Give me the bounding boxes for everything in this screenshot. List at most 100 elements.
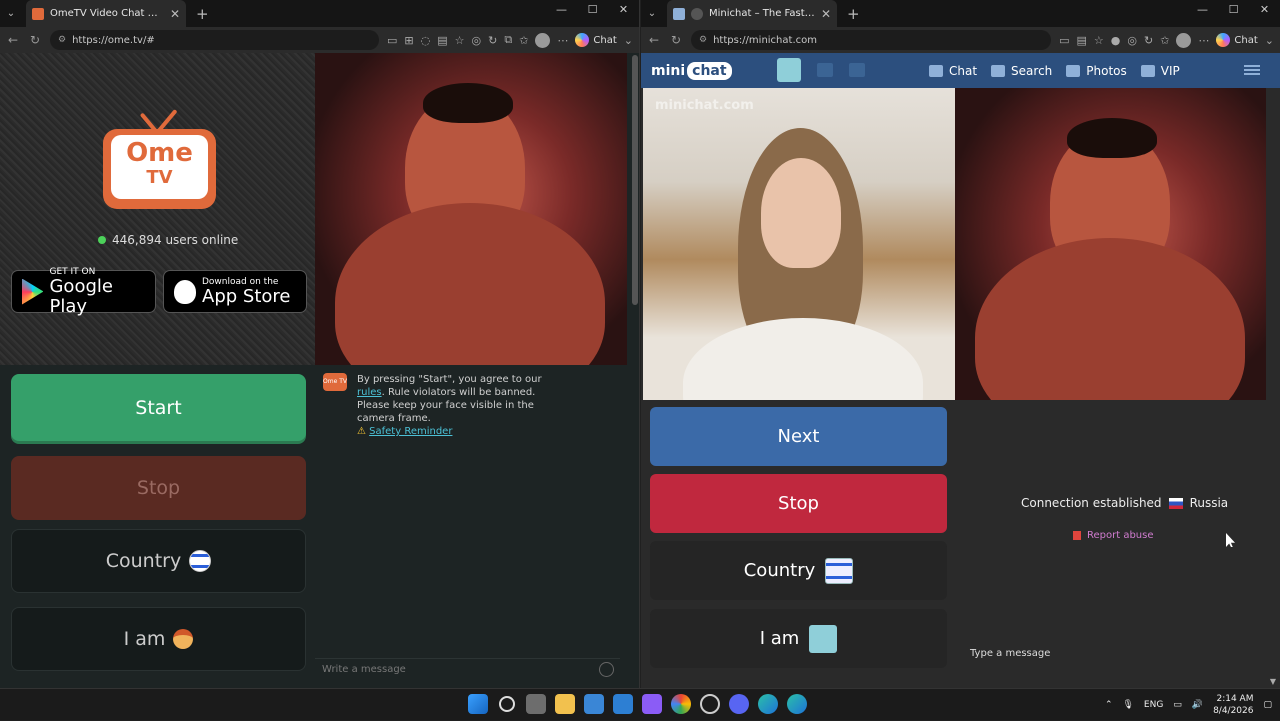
start-button[interactable]: Start xyxy=(11,374,306,441)
split-icon[interactable]: ⧉ xyxy=(504,33,512,47)
photos-app-icon[interactable] xyxy=(613,694,633,714)
report-abuse-link[interactable]: Report abuse xyxy=(1073,530,1154,541)
refresh-icon[interactable]: ↻ xyxy=(669,33,683,47)
app-store-badge[interactable]: Download on the App Store xyxy=(163,270,307,313)
minimize-icon[interactable]: — xyxy=(1187,0,1218,20)
minichat-header: mini chat Chat Search Photos VIP xyxy=(641,53,1280,88)
new-tab-icon[interactable]: + xyxy=(196,5,209,23)
user-avatar-icon[interactable] xyxy=(777,58,801,82)
scroll-down-icon[interactable]: ▼ xyxy=(1270,677,1276,686)
flag-icon xyxy=(1073,531,1081,540)
search-icon[interactable] xyxy=(499,696,515,712)
url-field[interactable]: ⚙ https://ome.tv/# xyxy=(50,30,379,50)
tracking-icon[interactable]: ◌ xyxy=(421,34,431,47)
page-scrollbar[interactable] xyxy=(632,55,638,305)
tab-actions-icon[interactable]: ⌄ xyxy=(641,8,663,19)
emoji-icon[interactable] xyxy=(599,662,614,677)
message-input[interactable]: Write a message xyxy=(315,658,620,680)
discord-icon[interactable] xyxy=(729,694,749,714)
microphone-icon[interactable]: 🎙 xyxy=(1122,700,1133,710)
close-window-icon[interactable]: ✕ xyxy=(608,0,639,20)
more-menu-icon[interactable]: ⋯ xyxy=(557,34,568,47)
camera-icon[interactable]: ▭ xyxy=(387,34,397,47)
copilot-button[interactable]: Chat xyxy=(575,33,617,47)
edge-icon-2[interactable] xyxy=(787,694,807,714)
extension-icon[interactable]: ◎ xyxy=(472,34,482,47)
close-tab-icon[interactable]: ✕ xyxy=(170,7,180,21)
app-icon[interactable] xyxy=(642,694,662,714)
hamburger-menu-icon[interactable] xyxy=(1244,65,1260,75)
new-tab-icon[interactable]: + xyxy=(847,5,860,23)
tab-ometv[interactable]: OmeTV Video Chat — Omegl ✕ xyxy=(26,0,186,27)
favorite-star-icon[interactable]: ☆ xyxy=(455,34,465,47)
address-bar: ← ↻ ⚙ https://minichat.com ▭ ▤ ☆ ● ◎ ↻ ✩… xyxy=(641,27,1280,53)
minimize-icon[interactable]: — xyxy=(546,0,577,20)
i-am-button[interactable]: I am xyxy=(650,609,947,668)
partner-country: Russia xyxy=(1189,496,1229,510)
file-explorer-icon[interactable] xyxy=(555,694,575,714)
back-icon[interactable]: ← xyxy=(647,33,661,47)
reader-icon[interactable]: ▤ xyxy=(1076,34,1086,47)
tab-minichat[interactable]: Minichat – The Fast Video Ch ✕ xyxy=(667,0,837,27)
favorite-star-icon[interactable]: ☆ xyxy=(1094,34,1104,47)
nav-vip[interactable]: VIP xyxy=(1140,64,1180,78)
mail-icon[interactable] xyxy=(817,63,833,77)
camera-icon[interactable]: ▭ xyxy=(1059,34,1069,47)
chrome-icon[interactable] xyxy=(671,694,691,714)
nav-chat[interactable]: Chat xyxy=(929,64,977,78)
message-input[interactable]: Type a message xyxy=(970,648,1050,659)
notifications-icon[interactable]: ▢ xyxy=(1263,700,1272,710)
close-tab-icon[interactable]: ✕ xyxy=(821,7,831,21)
sync-icon[interactable]: ↻ xyxy=(488,34,497,47)
country-button[interactable]: Country xyxy=(11,529,306,593)
minichat-logo[interactable]: mini chat xyxy=(651,61,732,80)
settings-gear-icon[interactable] xyxy=(700,694,720,714)
language-indicator[interactable]: ENG xyxy=(1144,700,1163,710)
maximize-icon[interactable]: ☐ xyxy=(1218,0,1249,20)
chevron-up-icon[interactable]: ⌃ xyxy=(1105,700,1113,710)
chevron-down-icon[interactable]: ⌄ xyxy=(1265,34,1274,47)
stop-button[interactable]: Stop xyxy=(11,456,306,520)
country-button[interactable]: Country xyxy=(650,541,947,600)
rules-link[interactable]: rules xyxy=(357,387,382,398)
copilot-button[interactable]: Chat xyxy=(1216,33,1258,47)
i-am-button[interactable]: I am xyxy=(11,607,306,671)
next-button[interactable]: Next xyxy=(650,407,947,466)
start-menu-icon[interactable] xyxy=(468,694,488,714)
stop-button[interactable]: Stop xyxy=(650,474,947,533)
close-window-icon[interactable]: ✕ xyxy=(1249,0,1280,20)
chevron-down-icon[interactable]: ⌄ xyxy=(624,34,633,47)
site-info-icon[interactable]: ⚙ xyxy=(58,35,66,45)
more-menu-icon[interactable]: ⋯ xyxy=(1198,34,1209,47)
task-view-icon[interactable] xyxy=(526,694,546,714)
extension-icon[interactable]: ◎ xyxy=(1127,34,1137,47)
favorites-icon[interactable]: ✩ xyxy=(519,34,528,47)
tab-actions-icon[interactable]: ⌄ xyxy=(0,8,22,19)
lock-icon[interactable]: ● xyxy=(1111,34,1121,47)
store-icon[interactable] xyxy=(584,694,604,714)
maximize-icon[interactable]: ☐ xyxy=(577,0,608,20)
globe-icon xyxy=(691,7,703,20)
site-info-icon[interactable]: ⚙ xyxy=(699,35,707,45)
favorites-icon[interactable]: ✩ xyxy=(1160,34,1169,47)
volume-icon[interactable]: 🔊 xyxy=(1192,700,1203,710)
refresh-icon[interactable]: ↻ xyxy=(28,33,42,47)
grid-icon[interactable]: ⊞ xyxy=(404,34,413,47)
safety-reminder-link[interactable]: Safety Reminder xyxy=(369,426,452,437)
sync-icon[interactable]: ↻ xyxy=(1144,34,1153,47)
edge-icon[interactable] xyxy=(758,694,778,714)
taskbar: ⌃ 🎙 ENG ▭ 🔊 2:14 AM 8/4/2026 ▢ xyxy=(0,688,1280,720)
profile-avatar[interactable] xyxy=(1176,32,1192,48)
message-placeholder: Write a message xyxy=(322,664,406,675)
clock[interactable]: 2:14 AM 8/4/2026 xyxy=(1213,693,1253,717)
nav-search[interactable]: Search xyxy=(991,64,1052,78)
url-field[interactable]: ⚙ https://minichat.com xyxy=(691,30,1052,50)
reader-icon[interactable]: ▤ xyxy=(437,34,447,47)
nav-photos[interactable]: Photos xyxy=(1066,64,1127,78)
google-play-badge[interactable]: GET IT ON Google Play xyxy=(11,267,156,316)
back-icon[interactable]: ← xyxy=(6,33,20,47)
copilot-icon xyxy=(575,33,590,47)
friends-icon[interactable] xyxy=(849,63,865,77)
profile-avatar[interactable] xyxy=(535,32,551,48)
network-icon[interactable]: ▭ xyxy=(1173,700,1182,710)
